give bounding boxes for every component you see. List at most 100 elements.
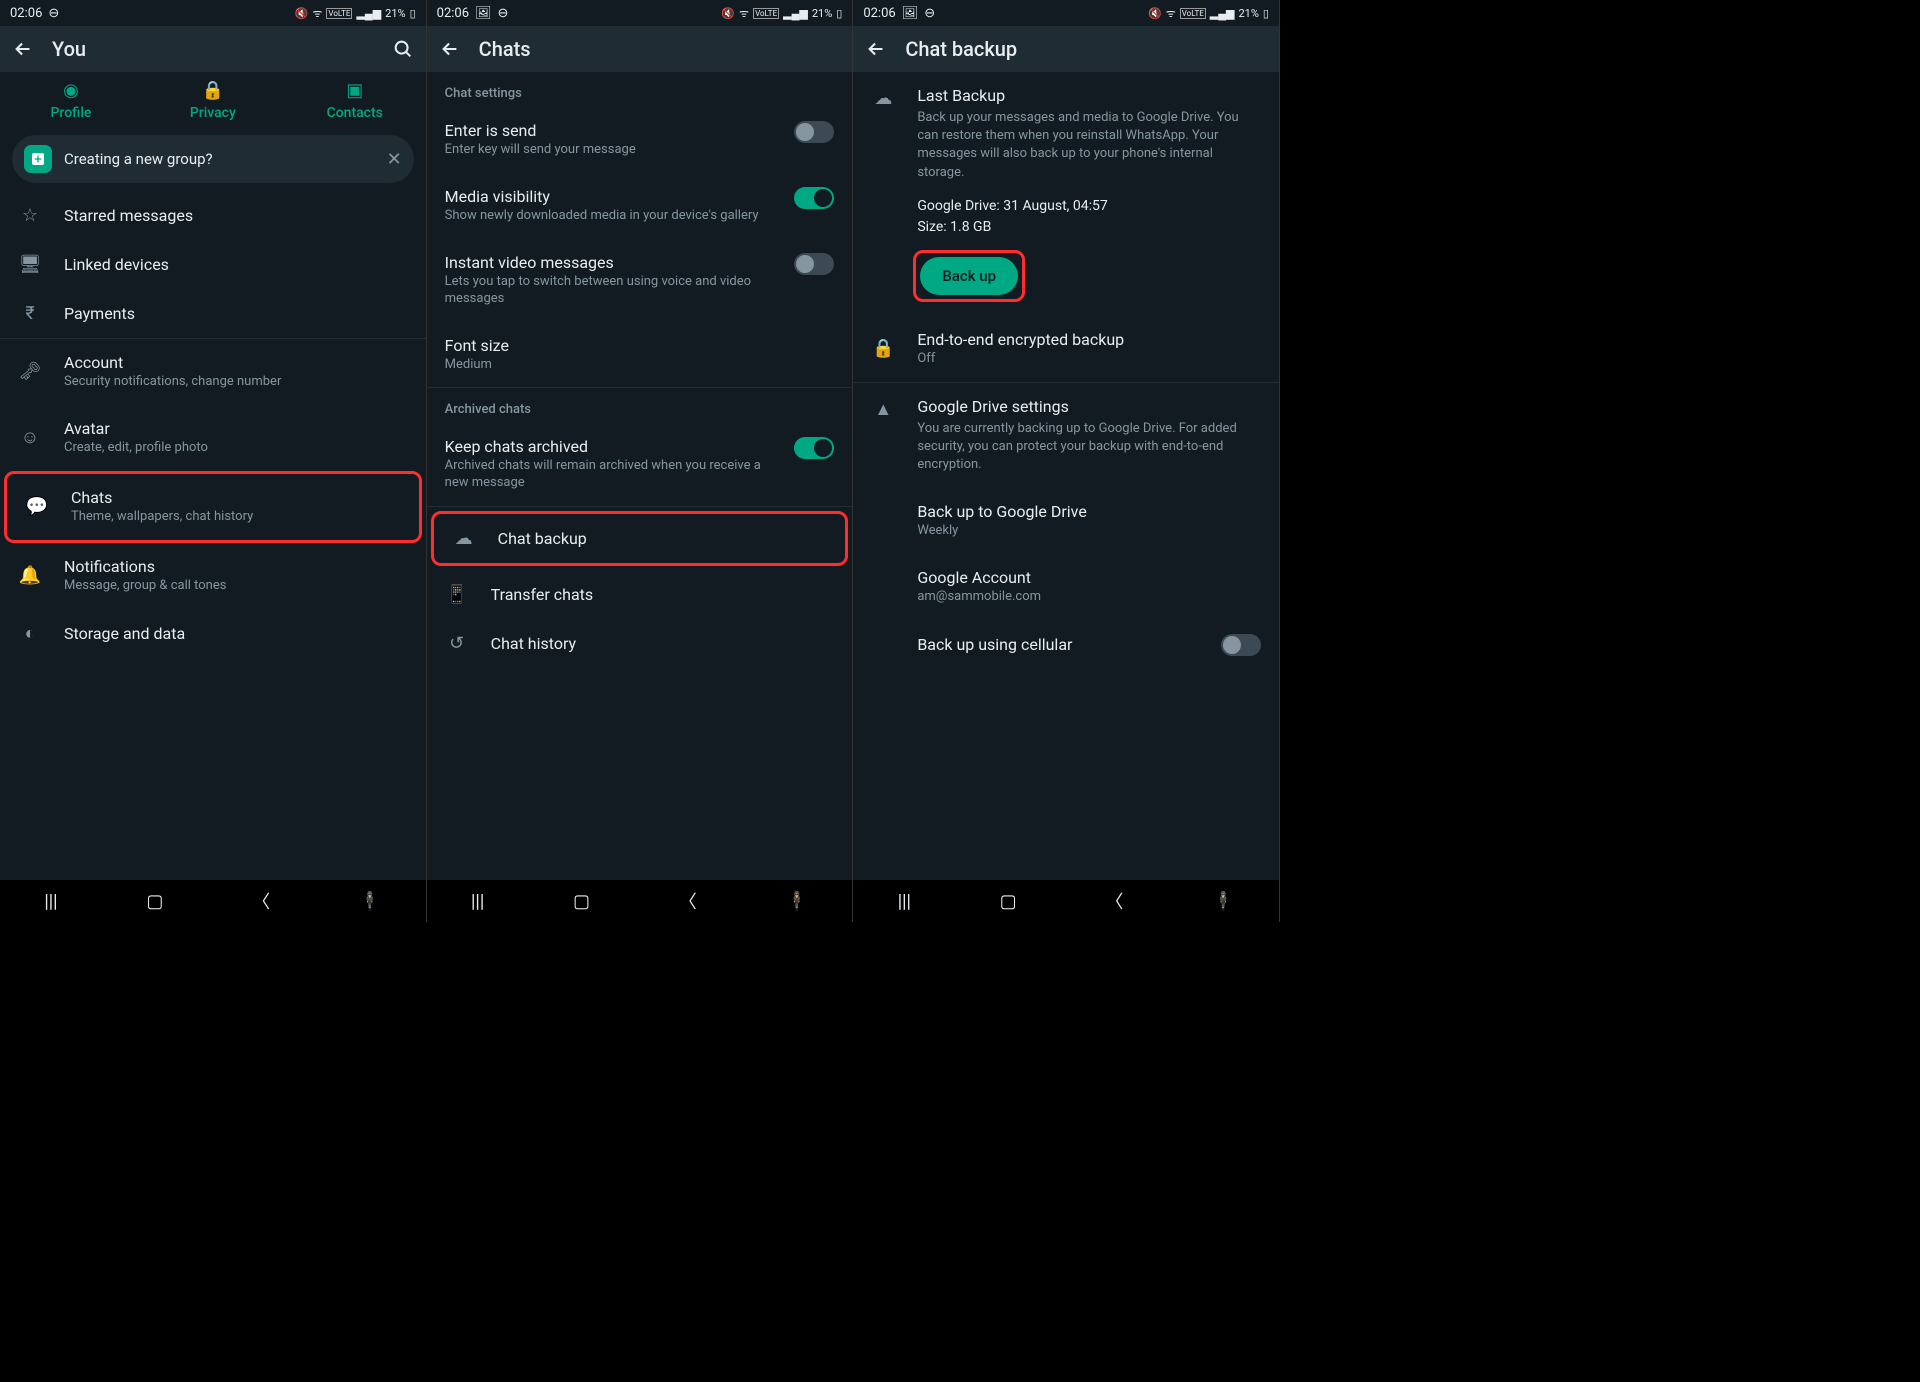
status-bar: 02:06 ⊖ 🔇 ᯤ VoLTE ▂▄▆ 21% ▯ <box>0 0 426 26</box>
toggle-cellular[interactable] <box>1221 634 1261 656</box>
image-icon: 🖼 <box>475 6 492 21</box>
back-icon[interactable] <box>865 38 887 60</box>
status-bar: 02:06 🖼 ⊖ 🔇 ᯤ VoLTE ▂▄▆ 21% ▯ <box>427 0 853 26</box>
home-button[interactable]: ▢ <box>1000 891 1017 912</box>
toggle-enter-send[interactable] <box>794 121 834 143</box>
back-button[interactable]: 〈 <box>1105 888 1123 914</box>
last-backup-desc: Back up your messages and media to Googl… <box>917 109 1261 182</box>
volte-icon: VoLTE <box>326 8 352 19</box>
mute-icon: 🔇 <box>1148 7 1162 20</box>
item-starred[interactable]: ☆ Starred messages <box>0 191 426 240</box>
lock-icon: 🔒 <box>142 80 284 101</box>
signal-icon: ▂▄▆ <box>783 7 808 20</box>
transfer-icon: 📱 <box>445 584 469 605</box>
contacts-icon: ▣ <box>284 80 426 101</box>
backup-button-highlight: Back up <box>913 250 1025 302</box>
item-payments[interactable]: ₹ Payments <box>0 289 426 338</box>
lock-icon: 🔒 <box>871 338 895 359</box>
nav-bar: ||| ▢ 〈 🕴 <box>427 880 853 922</box>
home-button[interactable]: ▢ <box>146 891 163 912</box>
settings-list: ☆ Starred messages 🖥 Linked devices ₹ Pa… <box>0 191 426 880</box>
wifi-icon: ᯤ <box>1166 6 1176 21</box>
gd-settings-desc: You are currently backing up to Google D… <box>917 420 1261 475</box>
item-avatar[interactable]: ☺ AvatarCreate, edit, profile photo <box>0 405 426 471</box>
page-title: You <box>52 37 374 61</box>
item-chat-history[interactable]: ↺ Chat history <box>427 619 853 668</box>
backup-list: ☁ Last Backup Back up your messages and … <box>853 72 1279 880</box>
item-chat-backup[interactable]: ☁ Chat backup <box>431 511 849 566</box>
dnd-icon: ⊖ <box>924 6 935 21</box>
close-icon[interactable]: ✕ <box>387 149 402 170</box>
new-group-banner[interactable]: Creating a new group? ✕ <box>12 135 414 183</box>
panel-chat-backup: 02:06 🖼 ⊖ 🔇 ᯤ VoLTE ▂▄▆ 21% ▯ Chat backu… <box>853 0 1280 922</box>
mute-icon: 🔇 <box>721 7 735 20</box>
cloud-upload-icon: ☁ <box>452 528 476 549</box>
image-icon: 🖼 <box>902 6 919 21</box>
tab-profile[interactable]: ◉Profile <box>0 80 142 121</box>
item-google-account[interactable]: Google Accountam@sammobile.com <box>853 554 1279 620</box>
item-account[interactable]: 🗝 AccountSecurity notifications, change … <box>0 339 426 405</box>
backup-drive-info: Google Drive: 31 August, 04:57 <box>917 196 1261 217</box>
accessibility-button[interactable]: 🕴 <box>785 891 807 912</box>
back-button[interactable]: 〈 <box>252 888 270 914</box>
cloud-upload-icon: ☁ <box>871 86 895 302</box>
bell-icon: 🔔 <box>18 565 42 586</box>
battery-percent: 21% <box>1238 7 1258 20</box>
devices-icon: 🖥 <box>18 254 42 275</box>
key-icon: 🗝 <box>18 361 42 382</box>
toggle-keep-archived[interactable] <box>794 437 834 459</box>
chat-icon: 💬 <box>25 496 49 517</box>
tab-privacy[interactable]: 🔒Privacy <box>142 80 284 121</box>
star-icon: ☆ <box>18 205 42 226</box>
item-notifications[interactable]: 🔔 NotificationsMessage, group & call ton… <box>0 543 426 609</box>
recents-button[interactable]: ||| <box>898 891 911 912</box>
item-e2e-backup[interactable]: 🔒 End-to-end encrypted backupOff <box>853 316 1279 382</box>
back-button[interactable]: 〈 <box>679 888 697 914</box>
status-time: 02:06 <box>10 6 42 21</box>
backup-button[interactable]: Back up <box>920 257 1018 295</box>
recents-button[interactable]: ||| <box>471 891 484 912</box>
panel-you: 02:06 ⊖ 🔇 ᯤ VoLTE ▂▄▆ 21% ▯ You ◉Profile… <box>0 0 427 922</box>
home-button[interactable]: ▢ <box>573 891 590 912</box>
accessibility-button[interactable]: 🕴 <box>1212 891 1234 912</box>
backup-size: Size: 1.8 GB <box>917 217 1261 238</box>
dnd-icon: ⊖ <box>48 6 59 21</box>
banner-text: Creating a new group? <box>64 150 375 168</box>
battery-icon: ▯ <box>410 7 416 20</box>
recents-button[interactable]: ||| <box>44 891 57 912</box>
tabs: ◉Profile 🔒Privacy ▣Contacts <box>0 72 426 131</box>
page-title: Chat backup <box>905 37 1267 61</box>
plus-icon <box>24 145 52 173</box>
nav-bar: ||| ▢ 〈 🕴 <box>0 880 426 922</box>
app-bar-you: You <box>0 26 426 72</box>
item-enter-send[interactable]: Enter is sendEnter key will send your me… <box>427 107 853 173</box>
battery-percent: 21% <box>812 7 832 20</box>
item-media-visibility[interactable]: Media visibilityShow newly downloaded me… <box>427 173 853 239</box>
item-keep-archived[interactable]: Keep chats archivedArchived chats will r… <box>427 423 853 506</box>
wifi-icon: ᯤ <box>739 6 749 21</box>
wifi-icon: ᯤ <box>312 6 322 21</box>
item-linked-devices[interactable]: 🖥 Linked devices <box>0 240 426 289</box>
item-instant-video[interactable]: Instant video messagesLets you tap to sw… <box>427 239 853 322</box>
search-icon[interactable] <box>392 38 414 60</box>
accessibility-button[interactable]: 🕴 <box>359 891 381 912</box>
item-font-size[interactable]: Font sizeMedium <box>427 322 853 388</box>
last-backup-title: Last Backup <box>917 86 1261 105</box>
data-icon: ◐ <box>18 623 42 644</box>
item-backup-frequency[interactable]: Back up to Google DriveWeekly <box>853 488 1279 554</box>
avatar-icon: ☺ <box>18 427 42 448</box>
toggle-media-visibility[interactable] <box>794 187 834 209</box>
item-transfer-chats[interactable]: 📱 Transfer chats <box>427 570 853 619</box>
back-icon[interactable] <box>439 38 461 60</box>
item-backup-cellular[interactable]: Back up using cellular <box>853 620 1279 670</box>
tab-contacts[interactable]: ▣Contacts <box>284 80 426 121</box>
item-chats[interactable]: 💬 ChatsTheme, wallpapers, chat history <box>4 471 422 543</box>
google-drive-icon: ▲ <box>871 397 895 475</box>
panel-chats: 02:06 🖼 ⊖ 🔇 ᯤ VoLTE ▂▄▆ 21% ▯ Chats Chat… <box>427 0 854 922</box>
app-bar-chats: Chats <box>427 26 853 72</box>
toggle-instant-video[interactable] <box>794 253 834 275</box>
volte-icon: VoLTE <box>753 8 779 19</box>
item-storage[interactable]: ◐ Storage and data <box>0 609 426 658</box>
section-chat-settings: Chat settings <box>427 72 853 107</box>
back-icon[interactable] <box>12 38 34 60</box>
